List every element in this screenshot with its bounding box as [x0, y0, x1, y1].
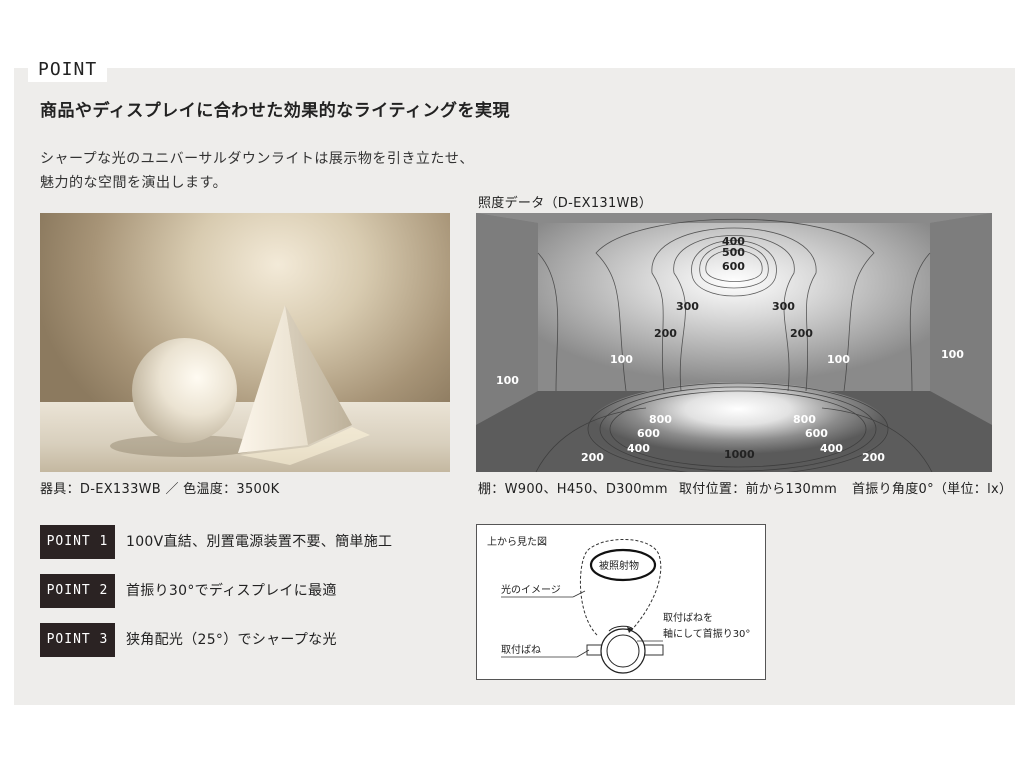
- iso-label-800-right: 800: [793, 413, 816, 426]
- iso-label-500: 500: [722, 246, 745, 259]
- iso-label-600-right: 600: [805, 427, 828, 440]
- iso-label-200-floor-right: 200: [862, 451, 885, 464]
- right-wall: [930, 213, 992, 425]
- iso-label-400-right: 400: [820, 442, 843, 455]
- iso-label-600-left: 600: [637, 427, 660, 440]
- iso-label-200-right: 200: [790, 327, 813, 340]
- iso-label-800-left: 800: [649, 413, 672, 426]
- diagram-spring-note-1: 取付ばねを: [663, 611, 713, 624]
- top-view-diagram: 上から見た図 被照射物 光のイメージ 取付ばねを 軸にして首振り30° 取付ばね: [476, 524, 766, 680]
- point-2-badge: POINT 2: [40, 574, 115, 608]
- diagram-spring-note-2: 軸にして首振り30°: [663, 627, 750, 640]
- isochart-title: 照度データ（D-EX131WB）: [478, 196, 653, 211]
- left-wall: [476, 213, 538, 425]
- headline: 商品やディスプレイに合わせた効果的なライティングを実現: [40, 101, 510, 121]
- fixture-inner: [606, 634, 640, 668]
- iso-label-100-far-left: 100: [496, 374, 519, 387]
- pyramid-object: [238, 305, 370, 465]
- iso-label-100-left: 100: [610, 353, 633, 366]
- iso-label-100-far-right: 100: [941, 348, 964, 361]
- illuminance-chart: 400 500 600 300 300 200 200 100 100 100 …: [476, 213, 992, 472]
- description: シャープな光のユニバーサルダウンライトは展示物を引き立たせ、 魅力的な空間を演出…: [40, 147, 474, 195]
- section-label: POINT: [28, 58, 108, 82]
- point-3-badge: POINT 3: [40, 623, 115, 657]
- caption-shelf: 棚：W900、H450、D300mm: [478, 482, 668, 497]
- iso-label-300-left: 300: [676, 300, 699, 313]
- iso-label-400-left: 400: [627, 442, 650, 455]
- point-1-text: 100V直結、別置電源装置不要、簡単施工: [126, 534, 393, 550]
- iso-label-1000: 1000: [724, 448, 755, 461]
- diagram-light-image: 光のイメージ: [501, 583, 561, 596]
- diagram-spring: 取付ばね: [501, 643, 541, 656]
- diagram-title: 上から見た図: [487, 536, 547, 548]
- iso-label-200-left: 200: [654, 327, 677, 340]
- caption-position: 取付位置：前から130mm: [679, 482, 838, 497]
- caption-tilt: 首振り角度0°（単位：lx）: [852, 482, 1013, 497]
- point-2-text: 首振り30°でディスプレイに最適: [126, 583, 337, 599]
- description-line-1: シャープな光のユニバーサルダウンライトは展示物を引き立たせ、: [40, 151, 474, 167]
- iso-label-300-right: 300: [772, 300, 795, 313]
- iso-label-200-floor-left: 200: [581, 451, 604, 464]
- point-1-badge: POINT 1: [40, 525, 115, 559]
- product-photo: [40, 213, 450, 472]
- iso-label-100-right: 100: [827, 353, 850, 366]
- diagram-target: 被照射物: [599, 559, 639, 572]
- iso-label-600-top: 600: [722, 260, 745, 273]
- description-line-2: 魅力的な空間を演出します。: [40, 175, 228, 191]
- point-3-text: 狭角配光（25°）でシャープな光: [126, 632, 337, 648]
- photo-caption: 器具：D-EX133WB ／ 色温度：3500K: [40, 482, 280, 497]
